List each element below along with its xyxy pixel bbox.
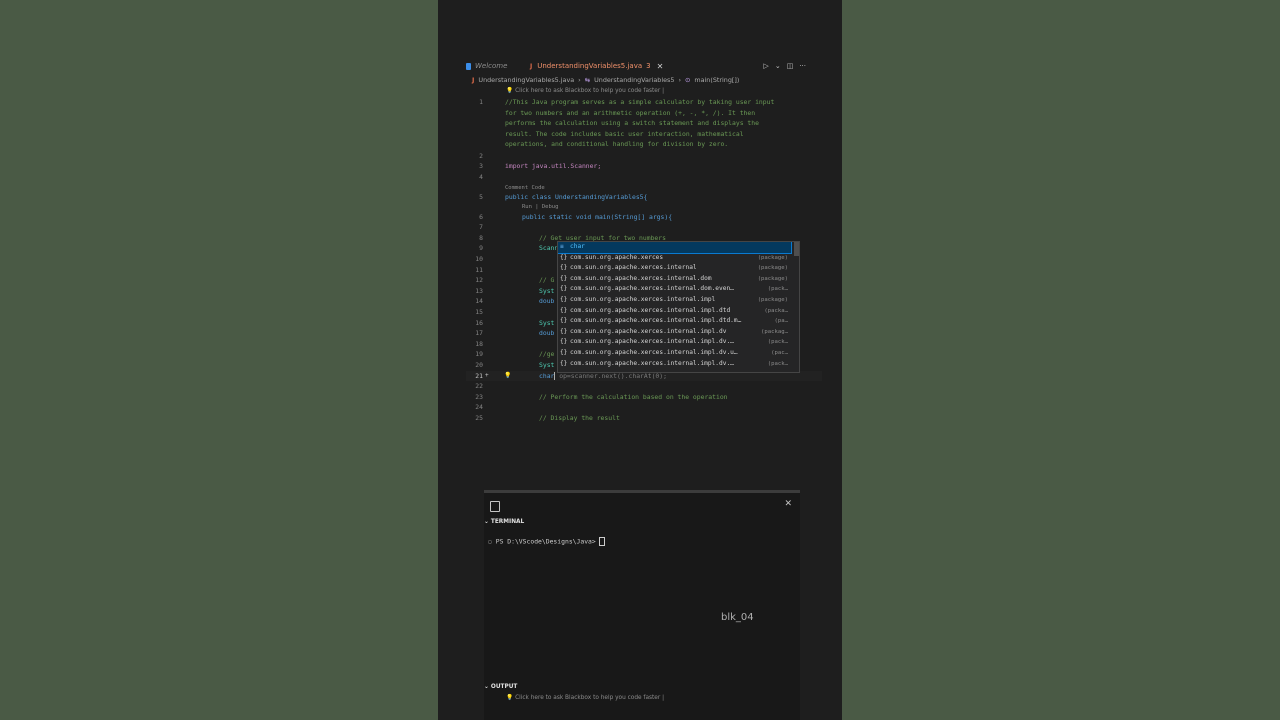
chevron-right-icon: › (578, 76, 581, 84)
suggestion-item[interactable]: {} com.sun.org.apache.xerces.internal (pac… (558, 263, 791, 274)
suggestion-item[interactable]: {} com.sun.org.apache.xerces.internal.imp… (558, 295, 791, 306)
package-icon: {} (560, 317, 568, 325)
package-icon: {} (560, 285, 568, 293)
terminal-section-header[interactable]: ⌄ TERMINAL (484, 519, 524, 525)
package-icon: {} (560, 253, 568, 261)
code-line: 24 (475, 403, 483, 412)
output-section-header[interactable]: ⌄ OUTPUT (484, 684, 517, 690)
code-line: 23// Perform the calculation based on th… (475, 392, 728, 401)
vscode-icon (466, 62, 471, 70)
suggestion-item[interactable]: {} com.sun.org.apache.xerces.internal.dom… (558, 284, 791, 295)
breadcrumb-method[interactable]: main(String[]) (694, 76, 739, 84)
breadcrumb-file[interactable]: UnderstandingVariables5.java (478, 76, 574, 84)
suggestion-item[interactable]: {} com.sun.org.apache.xerces.internal.imp… (558, 337, 791, 348)
suggestion-item[interactable]: {} com.sun.org.apache.xerces.internal.imp… (558, 327, 791, 338)
code-line: 2 (479, 151, 483, 160)
suggestion-item[interactable]: {} com.sun.org.apache.xerces.internal.imp… (558, 306, 791, 317)
code-line: 7 (479, 223, 483, 232)
package-icon: {} (560, 349, 568, 356)
suggestion-item[interactable]: {} com.sun.org.apache.xerces (package) (558, 253, 791, 264)
output-title: OUTPUT (490, 684, 518, 690)
code-line: 1//This Java program serves as a simple … (479, 98, 775, 106)
run-dropdown-icon[interactable]: ⌄ (775, 62, 781, 70)
tab-welcome[interactable]: Welcome (466, 58, 507, 74)
package-icon: {} (560, 306, 568, 314)
tab-welcome-label: Welcome (475, 62, 508, 70)
package-icon: {} (560, 264, 568, 272)
blackbox-hint[interactable]: 💡 Click here to ask Blackbox to help you… (506, 88, 664, 94)
close-panel-icon[interactable]: ✕ (784, 499, 792, 509)
watermark-text: blk_04 (721, 612, 754, 623)
code-line: 3 import java.util.Scanner; (479, 162, 602, 171)
editor-actions: ▷ ⌄ ◫ ··· (763, 58, 806, 74)
circle-icon: ○ (488, 537, 492, 546)
breadcrumb: J UnderstandingVariables5.java › ⇆ Under… (472, 76, 739, 84)
lightbulb-icon[interactable]: 💡 (504, 371, 511, 382)
code-line: 22 (475, 382, 483, 391)
terminal-cursor (598, 537, 605, 546)
package-icon: {} (560, 327, 568, 335)
suggestion-item[interactable]: {} com.sun.org.apache.xerces.internal.imp… (558, 348, 791, 359)
left-backdrop (0, 0, 438, 720)
lightbulb-icon: 💡 (506, 695, 514, 701)
tab-bar: Welcome J UnderstandingVariables5.java 3… (466, 58, 826, 74)
class-icon: ⇆ (584, 76, 591, 84)
tab-understanding-variables5[interactable]: J UnderstandingVariables5.java 3 ✕ (530, 58, 663, 74)
code-line: operations, and conditional handling for… (505, 140, 729, 149)
suggest-scrollbar[interactable] (794, 242, 799, 256)
package-icon: {} (560, 359, 568, 367)
code-line: performs the calculation using a switch … (505, 119, 759, 128)
suggestion-item[interactable]: {} com.sun.org.apache.xerces.internal.imp… (558, 359, 791, 370)
add-icon[interactable]: + (485, 371, 489, 382)
chevron-down-icon: ⌄ (484, 684, 489, 690)
code-line: 4 (479, 172, 483, 181)
code-line: for two numbers and an arithmetic operat… (505, 108, 756, 117)
code-line: result. The code includes basic user int… (505, 129, 744, 138)
blackbox-hint-text: Click here to ask Blackbox to help you c… (515, 88, 665, 94)
vscode-window: Welcome J UnderstandingVariables5.java 3… (438, 0, 842, 720)
code-line: 25// Display the result (475, 414, 620, 422)
codelens-run-debug[interactable]: Run | Debug (522, 202, 558, 212)
bottom-panel: ✕ ⌄ TERMINAL ○ PS D:\VScode\Designs\Java… (484, 490, 800, 720)
lightbulb-icon: 💡 (506, 88, 514, 94)
terminal-icon[interactable] (490, 501, 500, 512)
run-icon[interactable]: ▷ (763, 62, 768, 70)
breadcrumb-class[interactable]: UnderstandingVariables5 (594, 76, 674, 84)
java-file-icon: J (472, 76, 475, 84)
suggestion-item-selected[interactable]: ≡ char (558, 242, 792, 254)
close-tab-icon[interactable]: ✕ (657, 62, 664, 71)
tab-active-label: UnderstandingVariables5.java (537, 62, 643, 70)
code-line: 6 public static void main(String[] args){ (479, 212, 673, 221)
suggestion-item[interactable]: {} com.sun.org.apache.xerces.internal.dom… (558, 274, 791, 285)
package-icon: {} (560, 296, 568, 303)
terminal-title: TERMINAL (490, 519, 525, 525)
code-line: 5 public class UnderstandingVariables5{ (479, 193, 648, 201)
java-file-icon: J (530, 62, 533, 70)
method-icon: ⊙ (685, 76, 691, 84)
right-backdrop (842, 0, 1280, 720)
problems-badge: 3 (646, 62, 651, 70)
package-icon: {} (560, 338, 568, 346)
split-editor-icon[interactable]: ◫ (787, 62, 794, 70)
package-icon: {} (560, 274, 568, 282)
autocomplete-list[interactable]: ≡ char {} com.sun.org.apache.xerces (packa… (557, 241, 800, 373)
keyword-icon: ≡ (560, 243, 564, 250)
more-actions-icon[interactable]: ··· (799, 62, 806, 70)
output-hint[interactable]: 💡 Click here to ask Blackbox to help you… (506, 695, 664, 701)
terminal-prompt[interactable]: ○ PS D:\VScode\Designs\Java> (488, 537, 605, 546)
chevron-down-icon: ⌄ (484, 519, 489, 525)
suggestion-item[interactable]: {} com.sun.org.apache.xerces.internal.imp… (558, 316, 791, 327)
chevron-right-icon: › (678, 76, 682, 84)
